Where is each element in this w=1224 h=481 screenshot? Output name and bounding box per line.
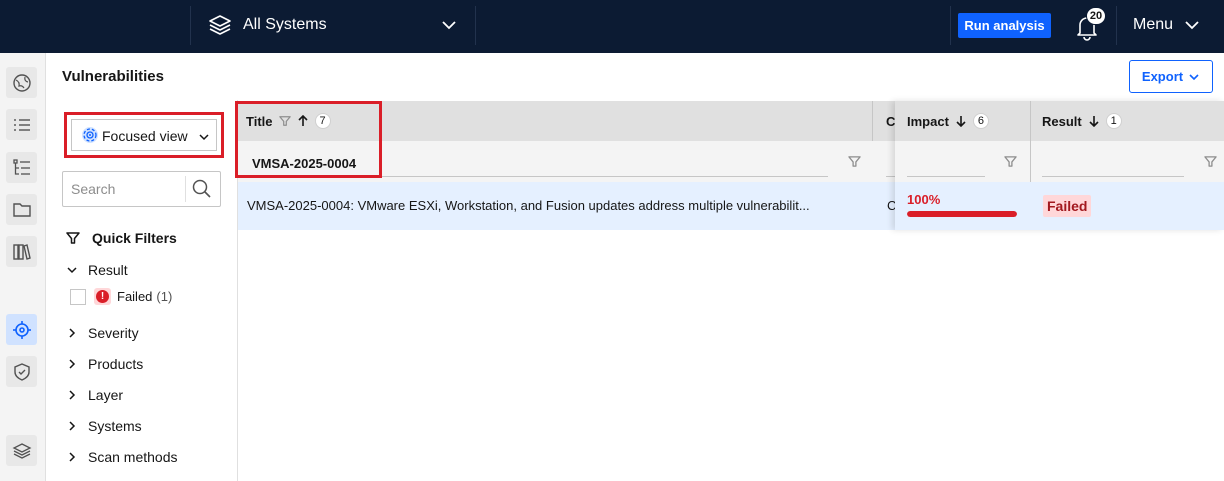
folder-icon[interactable] xyxy=(6,194,37,225)
column-divider xyxy=(872,101,873,141)
vulnerabilities-target-icon[interactable] xyxy=(6,314,37,345)
filter-group-label: Layer xyxy=(88,387,124,403)
filter-panel: Focused view Quick Filters Result ! Fail… xyxy=(46,100,238,481)
frozen-columns-panel: Impact 6 Result 1 100% Failed xyxy=(895,101,1224,230)
column-header-result[interactable]: Result 1 xyxy=(1042,101,1122,141)
notification-count-badge: 20 xyxy=(1086,7,1106,25)
frozen-filter-row xyxy=(895,141,1224,182)
chevron-right-icon xyxy=(69,421,76,431)
filter-group-scan-methods[interactable]: Scan methods xyxy=(66,449,178,465)
layers-icon xyxy=(208,14,232,41)
impact-progress-bar xyxy=(907,211,1017,217)
run-analysis-button[interactable]: Run analysis xyxy=(958,13,1051,38)
filter-option-label: Failed xyxy=(117,289,153,304)
search-input[interactable] xyxy=(63,172,185,206)
column-result-label: Result xyxy=(1042,113,1082,129)
row-title-link[interactable]: VMSA-2025-0004: VMware ESXi, Workstation… xyxy=(247,198,862,213)
focus-radar-icon xyxy=(81,126,99,147)
title-column-highlight xyxy=(235,101,382,178)
notifications-button[interactable]: 20 xyxy=(1074,7,1106,41)
filter-group-result[interactable]: Result xyxy=(66,262,128,278)
export-button[interactable]: Export xyxy=(1129,60,1213,93)
sort-descending-icon[interactable] xyxy=(955,115,967,127)
error-icon: ! xyxy=(94,288,111,305)
column-impact-label: Impact xyxy=(907,113,949,129)
globe-icon[interactable] xyxy=(6,67,37,98)
chevron-right-icon xyxy=(69,452,76,462)
system-selector-label: All Systems xyxy=(243,16,327,33)
filter-group-label: Systems xyxy=(88,418,142,434)
column-count-badge: 6 xyxy=(972,113,989,129)
search-icon[interactable] xyxy=(191,178,213,205)
filter-group-systems[interactable]: Systems xyxy=(66,418,142,434)
column-divider xyxy=(1030,101,1031,182)
topbar-divider xyxy=(950,6,951,45)
filter-group-label: Products xyxy=(88,356,144,372)
chevron-down-icon xyxy=(198,130,210,146)
filter-icon[interactable] xyxy=(848,155,861,173)
impact-progress-fill xyxy=(907,211,1017,217)
impact-percentage: 100% xyxy=(907,192,941,207)
chevron-down-icon xyxy=(1189,73,1199,80)
filter-group-label: Severity xyxy=(88,325,139,341)
result-status-tag: Failed xyxy=(1043,195,1092,217)
search-divider xyxy=(185,176,186,202)
quick-filters-label: Quick Filters xyxy=(92,230,177,246)
left-navigation-rail xyxy=(0,53,46,481)
layers-icon[interactable] xyxy=(6,435,37,466)
filter-icon[interactable] xyxy=(1204,155,1217,173)
focused-view-highlight: Focused view xyxy=(64,112,224,158)
filter-option-failed[interactable]: ! Failed (1) xyxy=(70,288,172,305)
filter-icon xyxy=(66,232,80,244)
view-selector-dropdown[interactable]: Focused view xyxy=(71,119,217,151)
frozen-data-row[interactable]: 100% Failed xyxy=(895,182,1224,230)
library-icon[interactable] xyxy=(6,236,37,267)
chevron-right-icon xyxy=(69,359,76,369)
chevron-down-icon xyxy=(1183,16,1201,39)
quick-filters-heading: Quick Filters xyxy=(66,230,177,246)
filter-group-label: Result xyxy=(88,262,128,278)
filter-icon[interactable] xyxy=(1004,155,1017,173)
filter-group-severity[interactable]: Severity xyxy=(66,325,139,341)
filter-search xyxy=(62,171,221,207)
filter-group-label: Scan methods xyxy=(88,449,178,465)
chevron-right-icon xyxy=(69,328,76,338)
menu-button[interactable]: Menu xyxy=(1117,0,1224,53)
view-selector-label: Focused view xyxy=(102,128,188,144)
column-count-badge: 1 xyxy=(1105,113,1122,129)
filter-group-layer[interactable]: Layer xyxy=(66,387,123,403)
system-selector[interactable]: All Systems xyxy=(192,0,475,53)
chevron-down-icon xyxy=(440,16,458,39)
frozen-header-row: Impact 6 Result 1 xyxy=(895,101,1224,141)
filter-option-count: (1) xyxy=(156,289,173,304)
export-label: Export xyxy=(1141,69,1184,84)
column-header-c[interactable]: C xyxy=(886,101,895,141)
column-header-impact[interactable]: Impact 6 xyxy=(907,101,989,141)
sort-descending-icon[interactable] xyxy=(1088,115,1100,127)
failed-checkbox[interactable] xyxy=(70,288,86,305)
result-filter-field[interactable] xyxy=(1042,151,1184,177)
impact-filter-field[interactable] xyxy=(907,151,985,177)
topbar-divider xyxy=(475,6,476,45)
topbar-divider xyxy=(190,6,191,45)
page-title: Vulnerabilities xyxy=(62,68,164,85)
chevron-right-icon xyxy=(69,390,76,400)
column-c-label: C xyxy=(886,113,896,129)
chevron-down-icon xyxy=(67,267,77,274)
shield-check-icon[interactable] xyxy=(6,356,37,387)
list-icon[interactable] xyxy=(6,109,37,140)
top-navigation-bar: All Systems Run analysis 20 Menu xyxy=(0,0,1224,53)
filter-group-products[interactable]: Products xyxy=(66,356,143,372)
menu-label: Menu xyxy=(1133,16,1174,33)
tree-list-icon[interactable] xyxy=(6,152,37,183)
